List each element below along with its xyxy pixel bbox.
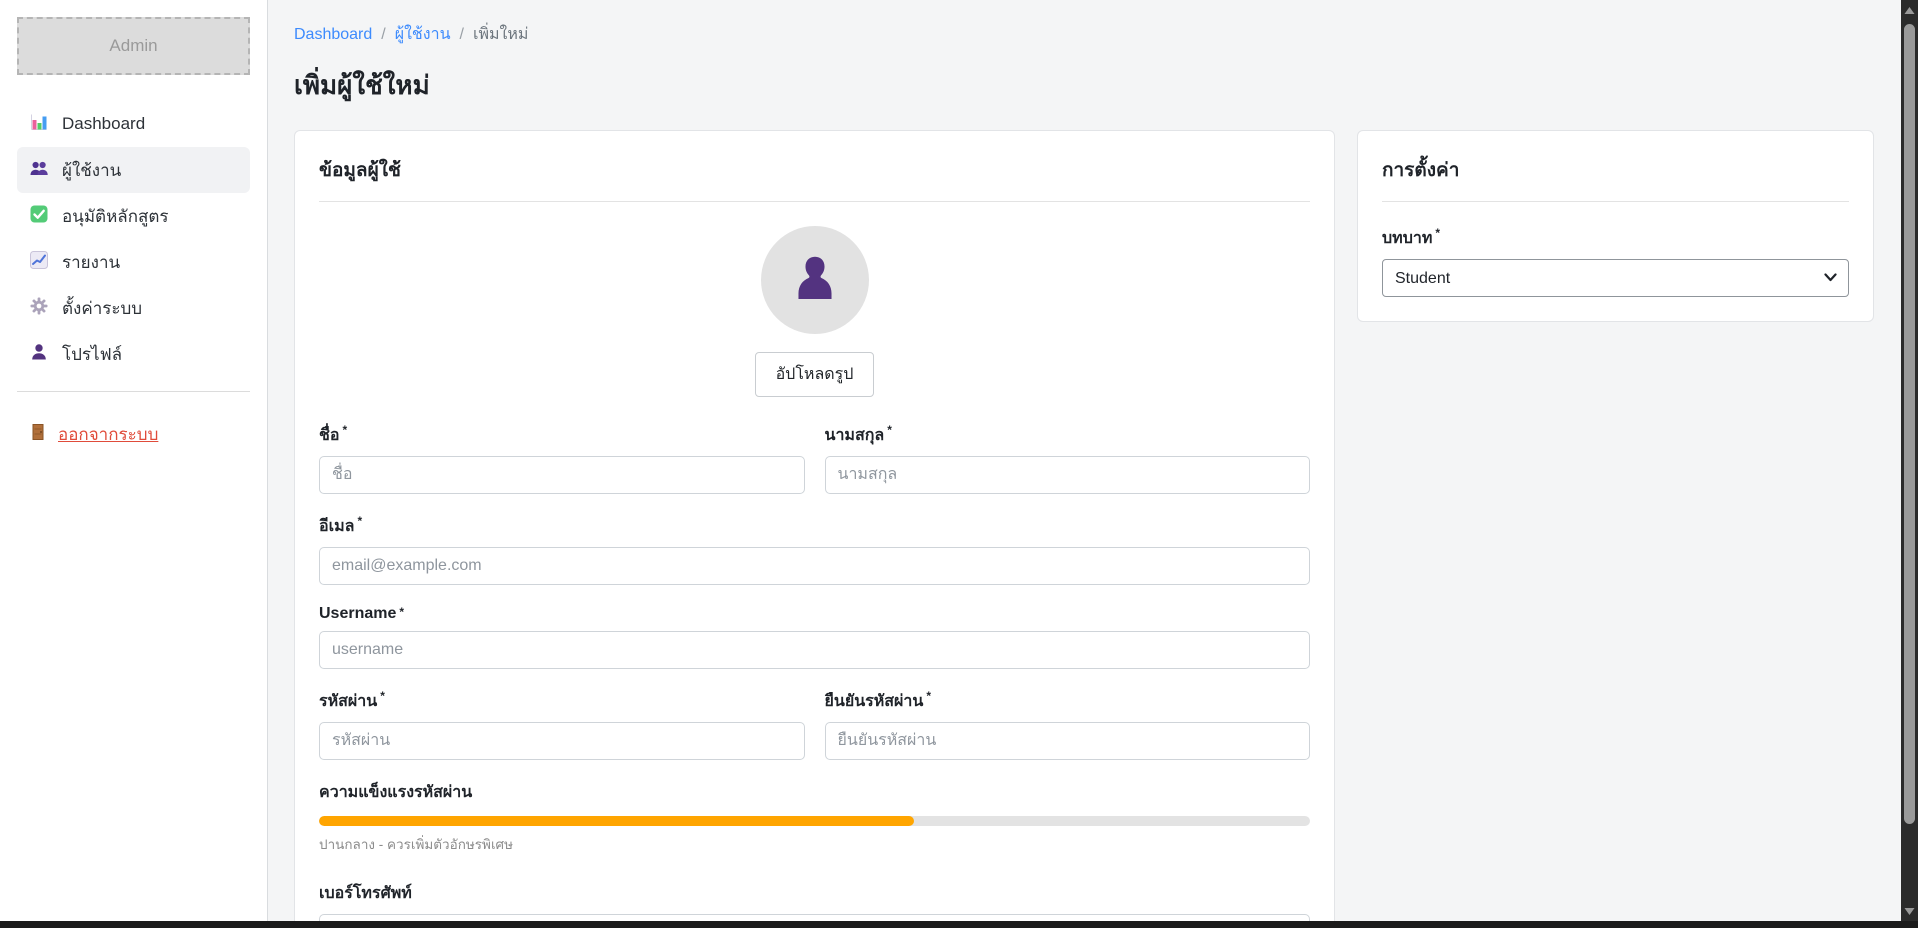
scroll-up-arrow[interactable] (1901, 2, 1918, 18)
role-select[interactable]: Student (1382, 259, 1849, 297)
role-label-text: บทบาท (1382, 230, 1432, 247)
email-input[interactable] (319, 547, 1310, 585)
line-chart-icon (29, 250, 49, 275)
door-icon (29, 422, 47, 447)
password-strength-track (319, 816, 1310, 826)
vertical-scrollbar[interactable] (1901, 0, 1918, 921)
scrollbar-thumb[interactable] (1904, 24, 1915, 824)
phone-label-text: เบอร์โทรศัพท์ (319, 885, 412, 902)
breadcrumb-separator: / (381, 26, 385, 44)
email-label-text: อีเมล (319, 518, 354, 535)
last-name-label: นามสกุล* (825, 423, 1311, 448)
user-info-card-title: ข้อมูลผู้ใช้ (319, 155, 1310, 202)
password-strength-helper: ปานกลาง - ควรเพิ่มตัวอักษรพิเศษ (319, 833, 1310, 855)
username-label: Username* (319, 605, 1310, 623)
username-input[interactable] (319, 631, 1310, 669)
phone-label: เบอร์โทรศัพท์ (319, 881, 1310, 906)
confirm-password-label: ยืนยันรหัสผ่าน* (825, 689, 1311, 714)
required-mark: * (1435, 226, 1440, 240)
sidebar-item-system-settings[interactable]: ตั้งค่าระบบ (17, 285, 250, 331)
email-group: อีเมล* (319, 514, 1310, 585)
settings-card: การตั้งค่า บทบาท* Student (1357, 130, 1874, 322)
users-icon (29, 158, 49, 183)
person-silhouette-icon (787, 250, 843, 311)
sidebar-item-label: โปรไฟล์ (62, 341, 122, 368)
required-mark: * (342, 423, 347, 437)
page-title: เพิ่มผู้ใช้ใหม่ (294, 65, 1891, 106)
first-name-input[interactable] (319, 456, 805, 494)
password-group: รหัสผ่าน* (319, 689, 805, 760)
last-name-label-text: นามสกุล (825, 427, 885, 444)
window-bottom-strip (0, 921, 1918, 928)
first-name-group: ชื่อ* (319, 423, 805, 494)
admin-logo-placeholder: Admin (17, 17, 250, 75)
upload-photo-button[interactable]: อัปโหลดรูป (755, 352, 875, 397)
avatar-section: อัปโหลดรูป (319, 226, 1310, 397)
role-label: บทบาท* (1382, 226, 1849, 251)
email-label: อีเมล* (319, 514, 1310, 539)
required-mark: * (887, 423, 892, 437)
user-info-card: ข้อมูลผู้ใช้ อัปโหลดรูป ชื่อ* (294, 130, 1335, 921)
check-icon (29, 204, 49, 229)
sidebar-item-label: ตั้งค่าระบบ (62, 295, 142, 322)
breadcrumb-dashboard-link[interactable]: Dashboard (294, 26, 372, 44)
scroll-down-arrow[interactable] (1901, 903, 1918, 919)
sidebar-item-profile[interactable]: โปรไฟล์ (17, 331, 250, 377)
sidebar-nav: Dashboard ผู้ใช้งาน (17, 101, 250, 377)
password-label: รหัสผ่าน* (319, 689, 805, 714)
sidebar-divider (17, 391, 250, 392)
sidebar-item-label: ผู้ใช้งาน (62, 157, 121, 184)
phone-input[interactable] (319, 914, 1310, 921)
required-mark: * (380, 689, 385, 703)
role-select-wrap: Student (1382, 259, 1849, 297)
required-mark: * (926, 689, 931, 703)
app-window: Admin Dashboard (0, 0, 1918, 921)
cards-row: ข้อมูลผู้ใช้ อัปโหลดรูป ชื่อ* (294, 130, 1891, 921)
password-label-text: รหัสผ่าน (319, 693, 377, 710)
last-name-group: นามสกุล* (825, 423, 1311, 494)
phone-group: เบอร์โทรศัพท์ (319, 881, 1310, 921)
username-label-text: Username (319, 605, 396, 622)
breadcrumb-current: เพิ่มใหม่ (473, 22, 528, 47)
sidebar-item-users[interactable]: ผู้ใช้งาน (17, 147, 250, 193)
logout-link[interactable]: ออกจากระบบ (17, 414, 250, 454)
sidebar-item-label: Dashboard (62, 114, 145, 134)
bar-chart-icon (29, 112, 49, 137)
password-strength-section: ความแข็งแรงรหัสผ่าน ปานกลาง - ควรเพิ่มตั… (319, 780, 1310, 855)
breadcrumb-separator: / (460, 26, 464, 44)
settings-card-title: การตั้งค่า (1382, 155, 1849, 202)
confirm-password-label-text: ยืนยันรหัสผ่าน (825, 693, 924, 710)
password-row: รหัสผ่าน* ยืนยันรหัสผ่าน* (319, 689, 1310, 760)
required-mark: * (399, 605, 404, 619)
password-strength-label: ความแข็งแรงรหัสผ่าน (319, 780, 1310, 805)
password-input[interactable] (319, 722, 805, 760)
breadcrumb-users-link[interactable]: ผู้ใช้งาน (395, 22, 451, 47)
sidebar-item-label: รายงาน (62, 249, 120, 276)
avatar (761, 226, 869, 334)
required-mark: * (357, 514, 362, 528)
password-strength-fill (319, 816, 914, 826)
gear-icon (29, 296, 49, 321)
username-group: Username* (319, 605, 1310, 669)
sidebar-item-dashboard[interactable]: Dashboard (17, 101, 250, 147)
main-content: Dashboard / ผู้ใช้งาน / เพิ่มใหม่ เพิ่มผ… (268, 0, 1918, 921)
last-name-input[interactable] (825, 456, 1311, 494)
sidebar: Admin Dashboard (0, 0, 268, 921)
breadcrumb: Dashboard / ผู้ใช้งาน / เพิ่มใหม่ (294, 22, 1891, 47)
first-name-label-text: ชื่อ (319, 427, 339, 444)
logout-label: ออกจากระบบ (58, 421, 158, 448)
sidebar-item-course-approval[interactable]: อนุมัติหลักสูตร (17, 193, 250, 239)
confirm-password-input[interactable] (825, 722, 1311, 760)
sidebar-item-reports[interactable]: รายงาน (17, 239, 250, 285)
first-name-label: ชื่อ* (319, 423, 805, 448)
confirm-password-group: ยืนยันรหัสผ่าน* (825, 689, 1311, 760)
person-icon (29, 342, 49, 367)
sidebar-item-label: อนุมัติหลักสูตร (62, 203, 169, 230)
name-row: ชื่อ* นามสกุล* (319, 423, 1310, 494)
admin-logo-text: Admin (109, 36, 157, 56)
